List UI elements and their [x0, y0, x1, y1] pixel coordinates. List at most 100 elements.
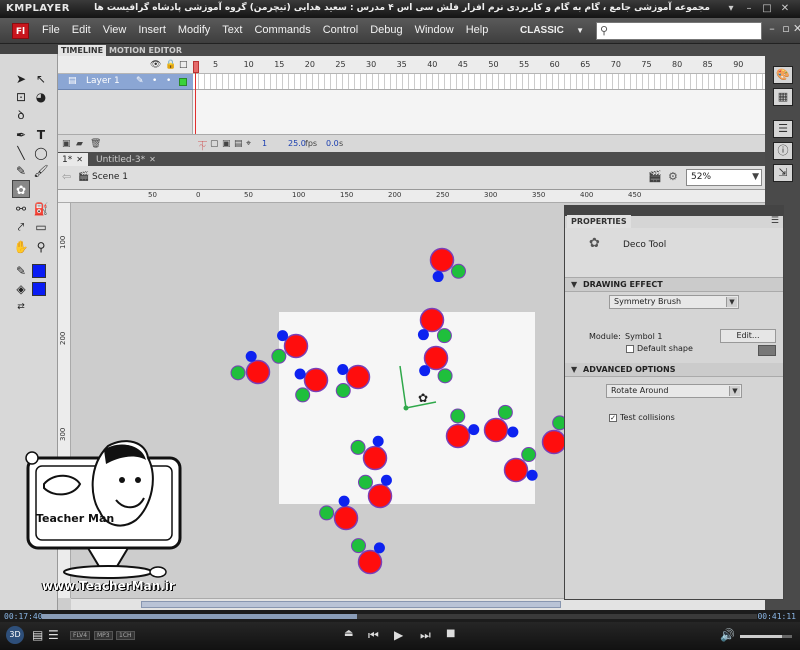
menu-commands[interactable]: Commands	[248, 24, 316, 36]
3d-rotation-tool-icon[interactable]: ◕	[32, 88, 50, 106]
outline-icon[interactable]: □	[179, 60, 188, 70]
info-panel-icon[interactable]: ⓘ	[773, 142, 793, 160]
eyedropper-tool-icon[interactable]: ⤤	[12, 218, 30, 236]
speaker-icon[interactable]: 🔊	[720, 628, 735, 642]
scroll-thumb[interactable]	[141, 601, 561, 608]
minimize-icon[interactable]: –	[766, 22, 778, 35]
play-icon[interactable]: ▶	[394, 628, 403, 642]
align-panel-icon[interactable]: ☰	[773, 120, 793, 138]
section-advanced-options[interactable]: ▼ ADVANCED OPTIONS	[565, 363, 783, 377]
section-drawing-effect[interactable]: ▼ DRAWING EFFECT	[565, 278, 783, 292]
brush-tool-icon[interactable]: 🖌	[32, 162, 50, 180]
zoom-tool-icon[interactable]: ⚲	[32, 238, 50, 256]
back-arrow-icon[interactable]: ⇦	[62, 170, 71, 183]
seek-track[interactable]	[42, 614, 757, 619]
lock-icon[interactable]: 🔒	[165, 60, 176, 70]
minimize-icon[interactable]: –	[742, 2, 756, 15]
fill-color-swatch[interactable]	[32, 282, 46, 296]
frames-grid[interactable]	[193, 74, 765, 90]
edit-scene-icon[interactable]: 🎬	[648, 170, 662, 183]
center-frame-icon[interactable]: ⏇	[198, 139, 207, 152]
edit-button[interactable]: Edit...	[720, 329, 776, 343]
tab-motion-editor[interactable]: MOTION EDITOR	[106, 45, 185, 56]
menu-debug[interactable]: Debug	[364, 24, 408, 36]
ruler-tick-label: 50	[148, 191, 157, 199]
close-icon[interactable]: ✕	[149, 155, 156, 164]
hand-tool-icon[interactable]: ✋	[12, 238, 30, 256]
tab-properties[interactable]: PROPERTIES	[567, 215, 631, 228]
swap-colors-icon[interactable]: ⇄	[12, 298, 30, 316]
shape-color-swatch[interactable]	[758, 345, 776, 356]
tab-document-2[interactable]: Untitled-3* ✕	[92, 153, 160, 166]
previous-icon[interactable]: ⏮	[368, 628, 379, 643]
menu-text[interactable]: Text	[216, 24, 248, 36]
swatches-panel-icon[interactable]: ▦	[773, 88, 793, 106]
selection-tool-icon[interactable]: ➤	[12, 70, 30, 88]
close-icon[interactable]: ✕	[76, 155, 83, 164]
delete-layer-icon[interactable]: 🗑	[90, 139, 101, 149]
tab-timeline[interactable]: TIMELINE	[58, 45, 107, 56]
volume-slider[interactable]	[740, 635, 792, 638]
onion-markers-icon[interactable]: ⌖	[246, 139, 251, 149]
layer-color-box[interactable]	[179, 78, 187, 86]
maximize-icon[interactable]: □	[760, 2, 774, 15]
menu-window[interactable]: Window	[409, 24, 460, 36]
help-search[interactable]: ⚲	[596, 22, 762, 40]
edit-symbols-icon[interactable]: ⚙	[668, 170, 678, 183]
close-icon[interactable]: ✕	[778, 2, 792, 15]
default-shape-checkbox[interactable]	[626, 345, 634, 353]
visibility-dot[interactable]: •	[152, 76, 157, 86]
eye-icon[interactable]: 👁	[150, 60, 161, 70]
test-collisions-checkbox[interactable]: ✓	[609, 414, 617, 422]
tools-collapse-bar[interactable]	[0, 44, 58, 54]
menu-control[interactable]: Control	[317, 24, 364, 36]
scene-name[interactable]: Scene 1	[92, 172, 128, 182]
deco-tool-icon[interactable]: ✿	[12, 180, 30, 198]
eject-icon[interactable]: ⏏	[344, 628, 353, 639]
onion-outline-icon[interactable]: ▣	[222, 139, 231, 149]
next-icon[interactable]: ⏭	[420, 628, 431, 643]
text-tool-icon[interactable]: T	[32, 126, 50, 144]
playlist-icon[interactable]: ☰	[48, 628, 59, 642]
zoom-dropdown[interactable]: 52% ▼	[686, 169, 762, 186]
frame-ruler[interactable]: 5 10 15 20 25 30 35 40 45 50 55 60 65 70…	[193, 56, 765, 74]
menu-insert[interactable]: Insert	[132, 24, 172, 36]
eraser-tool-icon[interactable]: ▭	[32, 218, 50, 236]
3d-button-icon[interactable]: 3D	[6, 626, 24, 644]
pen-tool-icon[interactable]: ✒	[12, 126, 30, 144]
edit-multiple-frames-icon[interactable]: ▤	[234, 139, 243, 149]
paint-bucket-tool-icon[interactable]: ⛽	[32, 200, 50, 218]
search-input[interactable]	[613, 24, 757, 38]
menu-view[interactable]: View	[97, 24, 133, 36]
new-folder-icon[interactable]: ▰	[76, 139, 83, 149]
menu-edit[interactable]: Edit	[66, 24, 97, 36]
menu-icon[interactable]: ▤	[32, 628, 43, 642]
menu-file[interactable]: File	[36, 24, 66, 36]
tab-document-1[interactable]: 1* ✕	[58, 153, 88, 166]
oval-tool-icon[interactable]: ◯	[32, 144, 50, 162]
pin-icon[interactable]: ▾	[724, 2, 738, 15]
onion-skin-icon[interactable]: ▢	[210, 139, 219, 149]
restore-icon[interactable]: ▫	[780, 22, 792, 35]
frame-rate[interactable]: 25.0	[288, 139, 306, 148]
new-layer-icon[interactable]: ▣	[62, 139, 71, 149]
close-icon[interactable]: ✕	[793, 22, 800, 35]
free-transform-tool-icon[interactable]: ⊡	[12, 88, 30, 106]
transform-panel-icon[interactable]: ⇲	[773, 164, 793, 182]
workspace-switcher[interactable]: CLASSIC ▼	[520, 22, 586, 40]
lasso-tool-icon[interactable]: ꝺ	[12, 106, 30, 124]
lock-dot[interactable]: •	[166, 76, 171, 86]
menu-modify[interactable]: Modify	[172, 24, 216, 36]
layer-row[interactable]: ▤ Layer 1 ✎ • •	[58, 74, 193, 90]
bone-tool-icon[interactable]: ⚯	[12, 200, 30, 218]
drawing-effect-select[interactable]: Symmetry Brush ▼	[609, 295, 739, 309]
advanced-options-select[interactable]: Rotate Around ▼	[606, 384, 742, 398]
line-tool-icon[interactable]: ╲	[12, 144, 30, 162]
subselection-tool-icon[interactable]: ↖	[32, 70, 50, 88]
pencil-tool-icon[interactable]: ✎	[12, 162, 30, 180]
panel-menu-icon[interactable]: ☰	[771, 216, 779, 226]
color-panel-icon[interactable]: 🎨	[773, 66, 793, 84]
menu-help[interactable]: Help	[460, 24, 495, 36]
stop-icon[interactable]: ■	[446, 628, 455, 639]
stroke-color-swatch[interactable]	[32, 264, 46, 278]
